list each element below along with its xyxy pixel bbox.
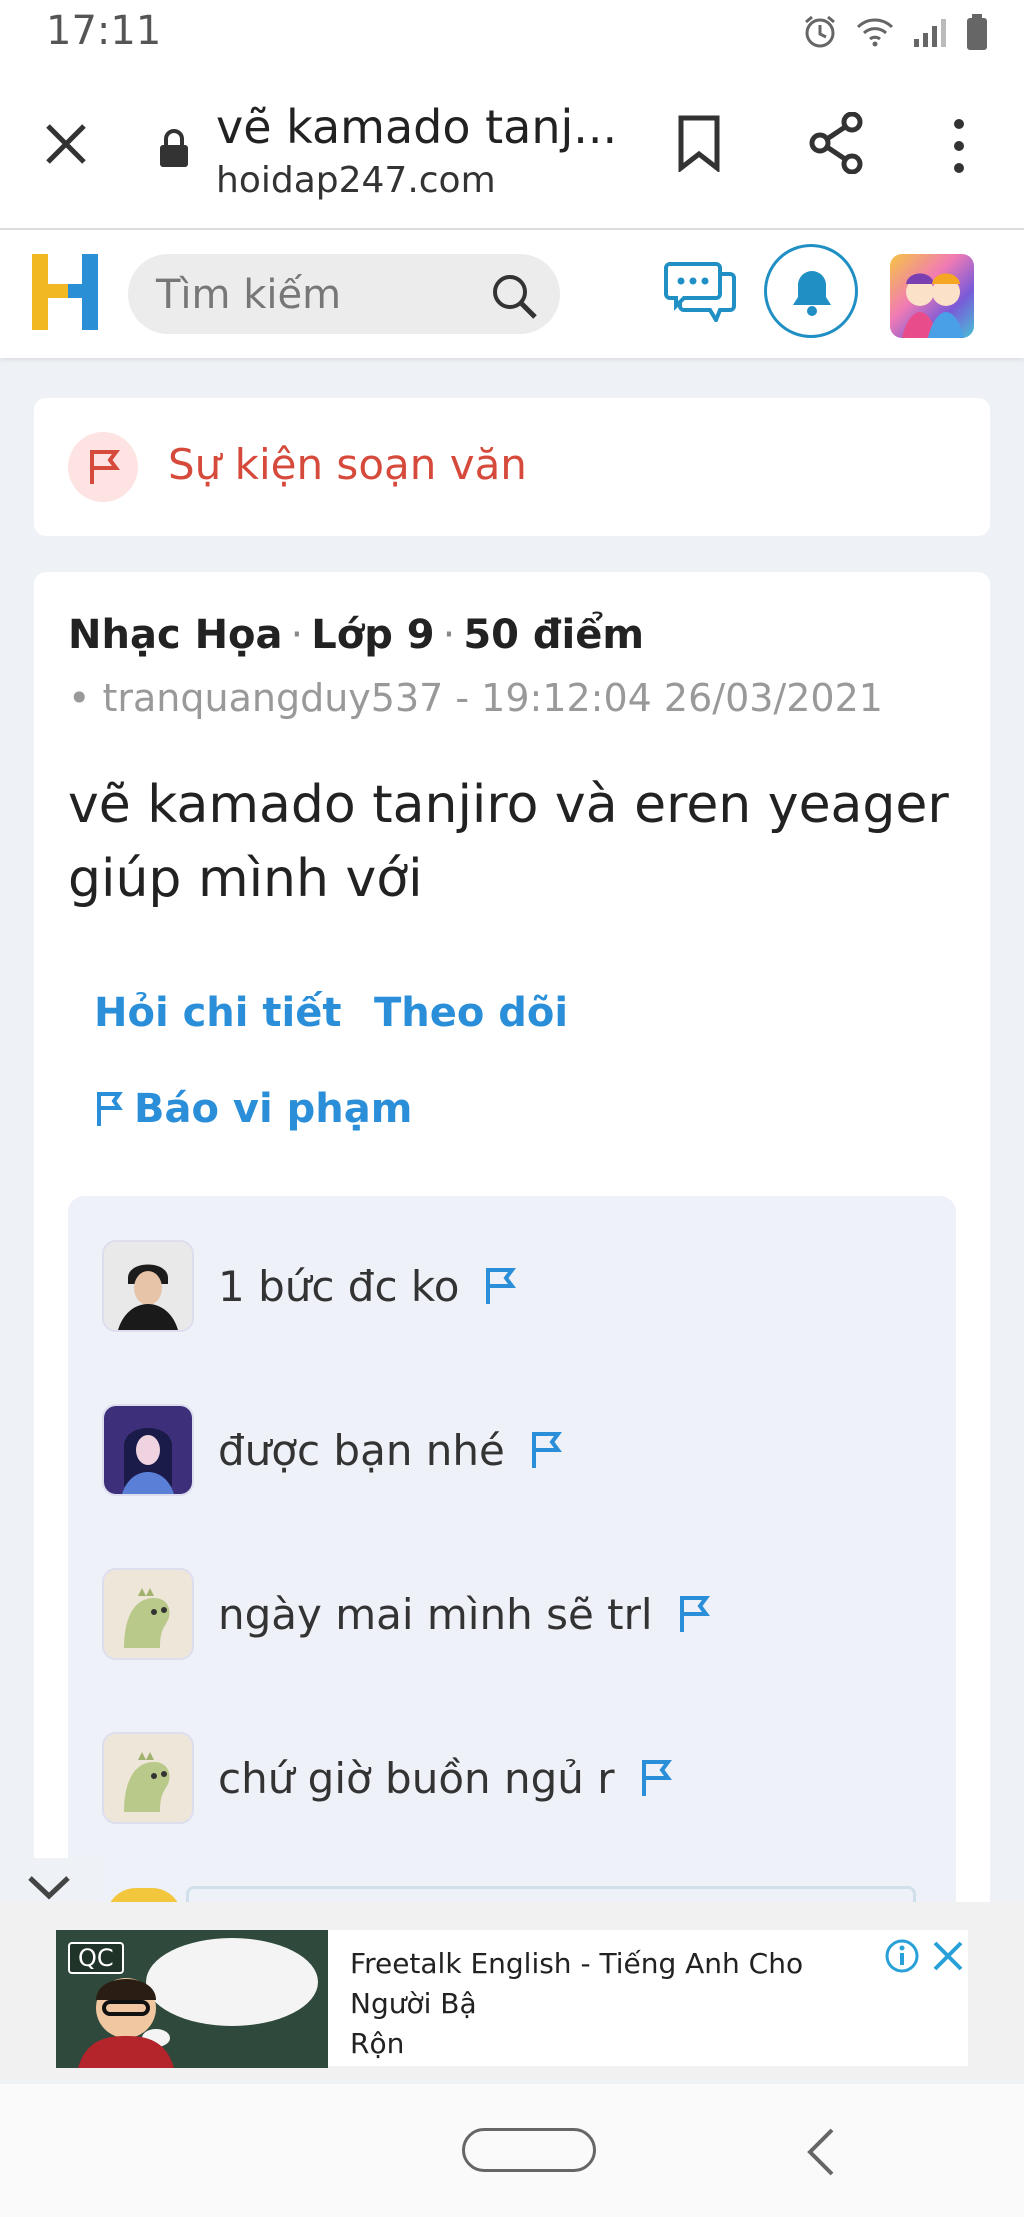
signal-icon [914, 19, 946, 47]
event-banner[interactable]: Sự kiện soạn văn [34, 398, 990, 536]
question-subject[interactable]: Nhạc Họa [68, 612, 283, 658]
comment-item: được bạn nhé [102, 1402, 563, 1498]
report-label[interactable]: Báo vi phạm [134, 1086, 412, 1132]
back-icon[interactable] [800, 2124, 840, 2180]
comment-item: chứ giờ buồn ngủ r [102, 1730, 673, 1826]
bookmark-icon[interactable] [676, 114, 722, 172]
page-domain[interactable]: hoidap247.com [216, 160, 496, 201]
chat-icon[interactable] [664, 260, 738, 322]
search-bar[interactable]: Tìm kiếm [128, 254, 560, 334]
battery-icon [967, 14, 987, 50]
flag-icon [90, 450, 120, 484]
more-options-icon[interactable] [944, 116, 974, 176]
site-header: Tìm kiếm [0, 230, 1024, 358]
question-byline: • tranquangduy537 - 19:12:04 26/03/2021 [68, 676, 883, 720]
search-input[interactable]: Tìm kiếm [156, 272, 341, 318]
ad-text[interactable]: Freetalk English - Tiếng Anh Cho Người B… [350, 1944, 890, 2064]
search-icon[interactable] [490, 272, 540, 322]
report-flag-icon[interactable] [677, 1594, 711, 1634]
flag-icon [97, 1092, 123, 1126]
ask-detail-button[interactable]: Hỏi chi tiết [94, 990, 342, 1036]
meta-separator: · [290, 612, 304, 658]
user-avatar[interactable] [890, 254, 974, 338]
close-icon[interactable] [40, 118, 92, 170]
site-logo[interactable] [32, 254, 98, 330]
browser-toolbar: vẽ kamado tanj... hoidap247.com [0, 70, 1024, 230]
close-icon[interactable] [930, 1938, 966, 1974]
system-nav-bar [0, 2084, 1024, 2217]
avatar-image [104, 1406, 192, 1494]
report-flag-icon[interactable] [483, 1266, 517, 1306]
avatar-image [104, 1570, 192, 1658]
question-grade[interactable]: Lớp 9 [311, 612, 434, 658]
question-meta: Nhạc Họa · Lớp 9 · 50 điểm [68, 612, 644, 658]
ad-tag: QC [68, 1942, 124, 1974]
report-flag-icon[interactable] [529, 1430, 563, 1470]
meta-separator: · [442, 612, 456, 658]
comment-text: ngày mai mình sẽ trl [218, 1589, 653, 1639]
comment-text: được bạn nhé [218, 1425, 505, 1475]
comment-text: chứ giờ buồn ngủ r [218, 1753, 615, 1803]
ad-text-line: Rộn [350, 2027, 405, 2060]
avatar-image [104, 1242, 192, 1330]
event-label[interactable]: Sự kiện soạn văn [168, 440, 527, 489]
alarm-icon [805, 15, 835, 48]
report-button[interactable]: Báo vi phạm [94, 1086, 412, 1132]
avatar-image [902, 273, 964, 338]
comment-avatar[interactable] [102, 1404, 194, 1496]
home-button[interactable] [462, 2128, 596, 2172]
ad-banner[interactable]: QC Freetalk English - Tiếng Anh Cho Ngườ… [0, 1902, 1024, 2080]
event-flag-badge [68, 432, 138, 502]
page-title[interactable]: vẽ kamado tanj... [216, 100, 617, 154]
question-card: Nhạc Họa · Lớp 9 · 50 điểm • tranquangduy537… [34, 572, 990, 1992]
status-icons [802, 14, 988, 50]
question-text: vẽ kamado tanjiro và eren yeager giúp mì… [68, 775, 949, 909]
notifications-button[interactable] [764, 244, 858, 338]
share-icon[interactable] [808, 112, 864, 174]
comment-avatar[interactable] [102, 1732, 194, 1824]
comment-avatar[interactable] [102, 1240, 194, 1332]
lock-icon [160, 129, 188, 167]
wifi-icon [856, 18, 894, 47]
ad-text-line: Freetalk English - Tiếng Anh Cho Người B… [350, 1947, 804, 2020]
bell-icon [793, 271, 831, 316]
avatar-image [104, 1734, 192, 1822]
info-icon[interactable] [884, 1938, 920, 1974]
ad-content[interactable]: QC Freetalk English - Tiếng Anh Cho Ngườ… [56, 1930, 968, 2068]
report-flag-icon[interactable] [639, 1758, 673, 1798]
status-time: 17:11 [46, 8, 162, 54]
comment-text: 1 bức đc ko [218, 1261, 460, 1311]
question-points: 50 điểm [463, 612, 645, 658]
ad-image[interactable]: QC [56, 1930, 328, 2068]
comment-avatar[interactable] [102, 1568, 194, 1660]
comment-item: ngày mai mình sẽ trl [102, 1566, 711, 1662]
status-bar: 17:11 [0, 0, 1024, 70]
comments-section: 1 bức đc ko được bạn nhé ngày mai mình s… [68, 1196, 956, 1992]
comment-item: 1 bức đc ko [102, 1238, 517, 1334]
follow-button[interactable]: Theo dõi [374, 990, 568, 1036]
